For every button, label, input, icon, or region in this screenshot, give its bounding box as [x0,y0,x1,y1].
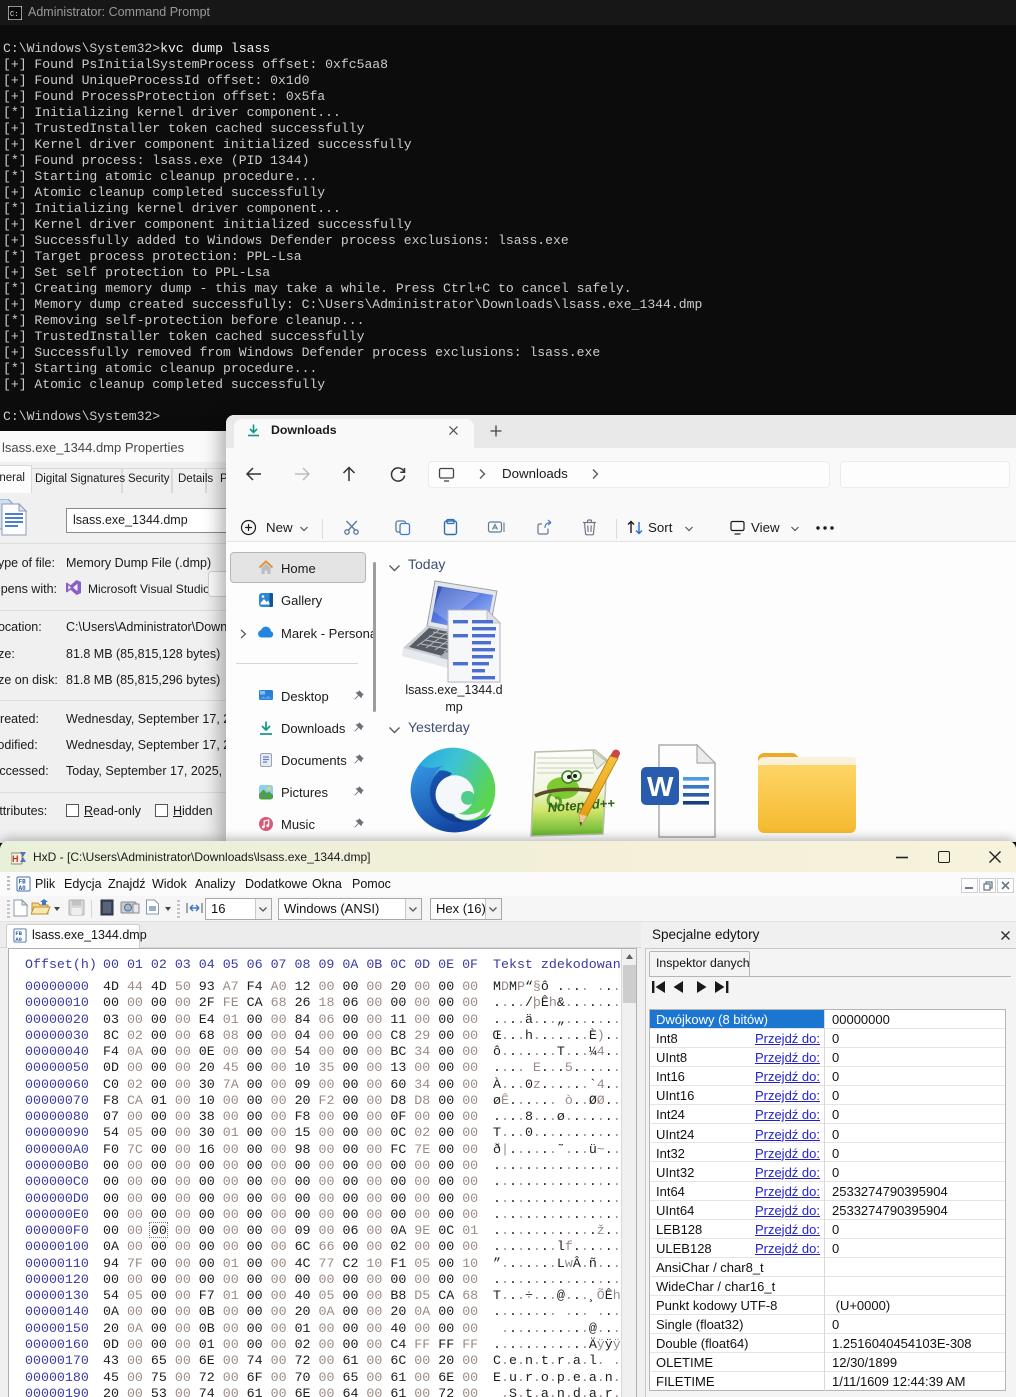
svg-text:A0: A0 [15,936,22,943]
svg-text:W: W [647,771,674,802]
svg-text:H: H [12,854,19,864]
svg-text:A0: A0 [19,885,27,892]
svg-text:C:: C: [10,11,18,19]
